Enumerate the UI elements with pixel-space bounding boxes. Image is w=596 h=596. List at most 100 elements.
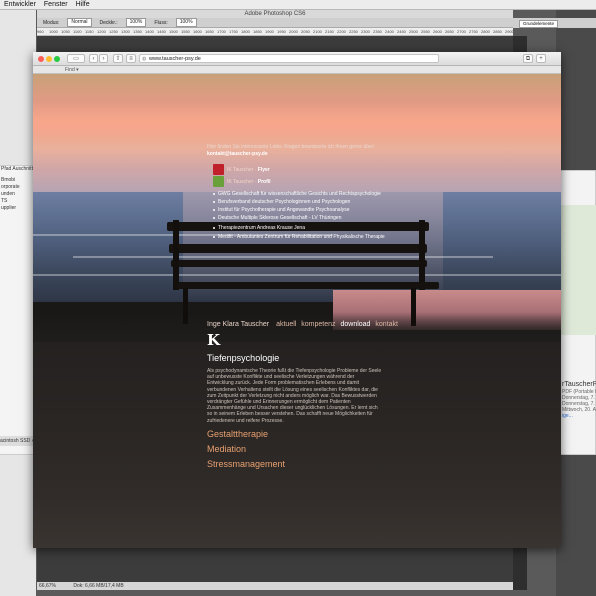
ruler-tick: 1350 bbox=[133, 29, 142, 34]
section-heading: Tiefenpsychologie bbox=[207, 353, 280, 363]
link-text: Institut für Psychotherapie und Angewand… bbox=[218, 207, 350, 213]
ruler-tick: 2450 bbox=[397, 29, 406, 34]
ruler-tick: 2150 bbox=[325, 29, 334, 34]
wave bbox=[73, 256, 493, 258]
flyer-label: Profil bbox=[257, 179, 271, 185]
bench-post bbox=[419, 220, 425, 290]
back-button[interactable]: ‹ bbox=[89, 54, 98, 63]
external-link[interactable]: Institut für Psychotherapie und Angewand… bbox=[213, 207, 349, 213]
share-button[interactable]: ⇧ bbox=[113, 54, 123, 63]
section-paragraph: Als psychodynamische Theorie fußt die Ti… bbox=[207, 368, 382, 424]
address-bar[interactable]: ◍ www.tauscher-psy.de bbox=[139, 54, 439, 63]
close-button[interactable] bbox=[38, 56, 44, 62]
site-navigation: Inge Klara Tauscher aktuell kompetenz do… bbox=[207, 320, 401, 329]
ruler-tick: 1950 bbox=[277, 29, 286, 34]
menu-fenster[interactable]: Fenster bbox=[44, 0, 68, 9]
background-left-panel: Pfad Auschnitt Bmobi orporate unden TS u… bbox=[0, 165, 36, 455]
file-info: rTauscherPri PDF (Portable D Donnerstag,… bbox=[562, 380, 596, 419]
site-logo[interactable]: K bbox=[207, 332, 223, 348]
pdf-icon[interactable] bbox=[213, 164, 224, 175]
bullet-icon bbox=[213, 192, 215, 195]
ruler-tick: 2250 bbox=[349, 29, 358, 34]
ruler-tick: 1700 bbox=[217, 29, 226, 34]
ruler-tick: 2100 bbox=[313, 29, 322, 34]
minimize-button[interactable] bbox=[46, 56, 52, 62]
contact-email[interactable]: kontakt@tauscher-psy.de bbox=[207, 151, 407, 158]
menu-entwickler[interactable]: Entwickler bbox=[4, 0, 36, 9]
tabs-button[interactable]: ⧉ bbox=[523, 54, 533, 63]
external-link[interactable]: GWG Gesellschaft für wissenschaftliche G… bbox=[213, 191, 381, 197]
zoom-button[interactable] bbox=[54, 56, 60, 62]
ruler-tick: 2850 bbox=[493, 29, 502, 34]
ruler-tick: 2750 bbox=[469, 29, 478, 34]
external-link[interactable]: Deutsche Multiple Sklerose Gesellschaft … bbox=[213, 215, 342, 221]
menu-hilfe[interactable]: Hilfe bbox=[76, 0, 90, 9]
external-link[interactable]: Medifit - Ambulantes Zentrum für Rehabil… bbox=[213, 234, 385, 240]
bench-leg bbox=[183, 288, 188, 324]
ruler-tick: 1800 bbox=[241, 29, 250, 34]
nav-kontakt[interactable]: kontakt bbox=[375, 321, 398, 328]
flyer-link[interactable]: IK Tauscher - Flyer bbox=[227, 167, 270, 173]
ruler-tick: 1600 bbox=[193, 29, 202, 34]
profile-link[interactable]: IK Tauscher - Profil bbox=[227, 179, 271, 185]
external-link[interactable]: Therapiezentrum Andreas Krause Jena bbox=[213, 225, 305, 231]
ruler-tick: 1500 bbox=[169, 29, 178, 34]
nav-download[interactable]: download bbox=[340, 321, 370, 328]
nav-kompetenz[interactable]: kompetenz bbox=[301, 321, 335, 328]
new-tab-button[interactable]: + bbox=[536, 54, 546, 63]
ruler-tick: 2600 bbox=[433, 29, 442, 34]
more-link[interactable]: ige... bbox=[562, 413, 596, 419]
list-item[interactable]: unden bbox=[0, 191, 36, 198]
share-icon: ⇧ bbox=[115, 56, 121, 62]
mode-label: Modus: bbox=[43, 20, 60, 26]
bookmark-folder[interactable]: Find ▾ bbox=[65, 67, 79, 73]
external-link[interactable]: Berufsverband deutscher Psychologinnen u… bbox=[213, 199, 350, 205]
pdf-icon[interactable] bbox=[213, 176, 224, 187]
ruler-tick: 2500 bbox=[409, 29, 418, 34]
list-item[interactable]: Bmobi bbox=[0, 177, 36, 184]
sidebar-toggle-button[interactable]: ▭ bbox=[67, 54, 85, 63]
ruler-tick: 1650 bbox=[205, 29, 214, 34]
plus-icon: + bbox=[539, 56, 543, 62]
photoshop-options-bar: Modus: Normal Deckkr.: 100% Fluss: 100% bbox=[37, 18, 513, 28]
zoom-level[interactable]: 66,67% bbox=[39, 583, 56, 589]
browser-toolbar: ▭ ‹ › ⇧ ≡ ◍ www.tauscher-psy.de ⧉ + bbox=[33, 52, 561, 66]
service-link-gestalttherapie[interactable]: Gestalttherapie bbox=[207, 429, 268, 440]
file-title: rTauscherPri bbox=[562, 381, 596, 388]
flow-label: Fluss: bbox=[154, 20, 168, 26]
ruler-tick: 1750 bbox=[229, 29, 238, 34]
ruler-tick: 1450 bbox=[157, 29, 166, 34]
list-item[interactable]: orporate bbox=[0, 184, 36, 191]
bench-backrest bbox=[171, 260, 427, 267]
ruler-tick: 2000 bbox=[289, 29, 298, 34]
reader-button[interactable]: ≡ bbox=[126, 54, 136, 63]
opacity-label: Deckkr.: bbox=[99, 20, 118, 26]
opacity-field[interactable]: 100% bbox=[125, 18, 147, 27]
panel-tabs: Pfad Auschnitt bbox=[1, 166, 33, 172]
service-link-mediation[interactable]: Mediation bbox=[207, 444, 246, 455]
flyer-prefix: IK Tauscher - bbox=[227, 179, 257, 185]
cloud-band bbox=[33, 102, 561, 142]
bullet-icon bbox=[213, 235, 215, 238]
flow-field[interactable]: 100% bbox=[175, 18, 197, 27]
mode-select[interactable]: Normal bbox=[67, 18, 92, 27]
list-item[interactable]: upplier bbox=[0, 205, 36, 212]
photoshop-title: Adobe Photoshop CS6 bbox=[37, 10, 513, 18]
link-text: Berufsverband deutscher Psychologinnen u… bbox=[218, 199, 351, 205]
workspace-select[interactable]: Grundelemente bbox=[519, 20, 559, 28]
url-text: www.tauscher-psy.de bbox=[149, 56, 201, 62]
web-page: Hier finden Sie interessante Links. Frag… bbox=[33, 74, 561, 548]
link-text: Deutsche Multiple Sklerose Gesellschaft … bbox=[218, 215, 342, 221]
list-item[interactable]: TS bbox=[0, 198, 36, 205]
tabs-icon: ⧉ bbox=[525, 56, 531, 62]
horizontal-ruler: 960 1000 1050 1100 1150 1200 1250 1300 1350 1400 1… bbox=[37, 28, 513, 36]
ruler-tick: 2700 bbox=[457, 29, 466, 34]
nav-aktuell[interactable]: aktuell bbox=[276, 321, 296, 328]
forward-button[interactable]: › bbox=[99, 54, 108, 63]
ruler-tick: 960 bbox=[37, 29, 44, 34]
path-bar[interactable]: acintosh SSD › bbox=[0, 436, 36, 446]
service-link-stressmanagement[interactable]: Stressmanagement bbox=[207, 459, 285, 470]
link-text: Therapiezentrum Andreas Krause Jena bbox=[218, 225, 305, 231]
os-menubar: Entwickler Fenster Hilfe bbox=[0, 0, 596, 10]
site-owner-name: Inge Klara Tauscher bbox=[207, 321, 270, 328]
